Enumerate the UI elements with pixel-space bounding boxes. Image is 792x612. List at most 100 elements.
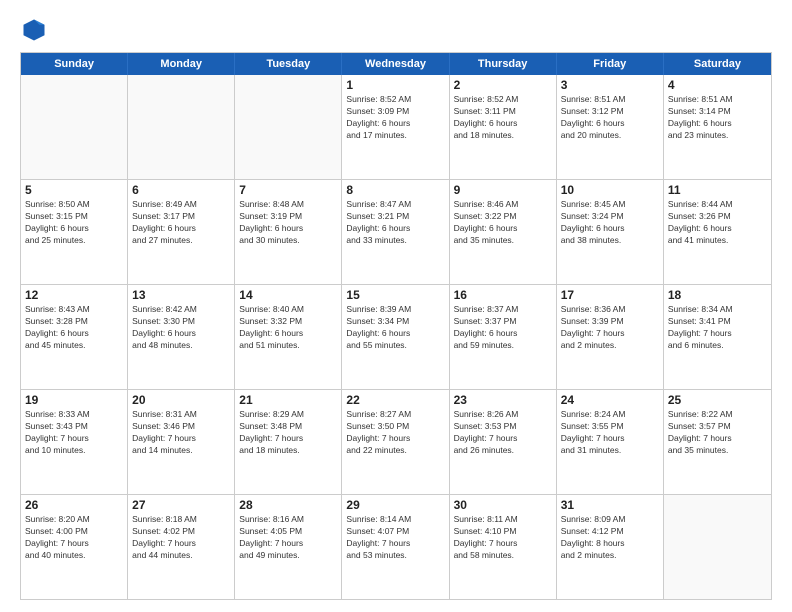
day-number: 4: [668, 78, 767, 92]
day-number: 17: [561, 288, 659, 302]
day-number: 22: [346, 393, 444, 407]
day-cell: 14 Sunrise: 8:40 AM Sunset: 3:32 PM Dayli…: [235, 285, 342, 389]
logo: [20, 16, 52, 44]
day-info: Sunrise: 8:24 AM Sunset: 3:55 PM Dayligh…: [561, 409, 659, 457]
calendar: SundayMondayTuesdayWednesdayThursdayFrid…: [20, 52, 772, 600]
page-header: [20, 16, 772, 44]
day-cell: 1 Sunrise: 8:52 AM Sunset: 3:09 PM Daylig…: [342, 75, 449, 179]
day-header-sunday: Sunday: [21, 53, 128, 75]
day-cell: 26 Sunrise: 8:20 AM Sunset: 4:00 PM Dayli…: [21, 495, 128, 599]
day-info: Sunrise: 8:14 AM Sunset: 4:07 PM Dayligh…: [346, 514, 444, 562]
day-cell: [128, 75, 235, 179]
day-info: Sunrise: 8:50 AM Sunset: 3:15 PM Dayligh…: [25, 199, 123, 247]
day-number: 1: [346, 78, 444, 92]
day-number: 31: [561, 498, 659, 512]
day-number: 14: [239, 288, 337, 302]
day-info: Sunrise: 8:51 AM Sunset: 3:14 PM Dayligh…: [668, 94, 767, 142]
day-cell: 21 Sunrise: 8:29 AM Sunset: 3:48 PM Dayli…: [235, 390, 342, 494]
day-number: 23: [454, 393, 552, 407]
day-info: Sunrise: 8:49 AM Sunset: 3:17 PM Dayligh…: [132, 199, 230, 247]
day-number: 16: [454, 288, 552, 302]
day-info: Sunrise: 8:44 AM Sunset: 3:26 PM Dayligh…: [668, 199, 767, 247]
day-number: 19: [25, 393, 123, 407]
day-number: 29: [346, 498, 444, 512]
day-cell: 2 Sunrise: 8:52 AM Sunset: 3:11 PM Daylig…: [450, 75, 557, 179]
day-info: Sunrise: 8:48 AM Sunset: 3:19 PM Dayligh…: [239, 199, 337, 247]
day-info: Sunrise: 8:29 AM Sunset: 3:48 PM Dayligh…: [239, 409, 337, 457]
week-row-1: 1 Sunrise: 8:52 AM Sunset: 3:09 PM Daylig…: [21, 75, 771, 180]
day-number: 3: [561, 78, 659, 92]
day-info: Sunrise: 8:42 AM Sunset: 3:30 PM Dayligh…: [132, 304, 230, 352]
day-info: Sunrise: 8:39 AM Sunset: 3:34 PM Dayligh…: [346, 304, 444, 352]
day-info: Sunrise: 8:45 AM Sunset: 3:24 PM Dayligh…: [561, 199, 659, 247]
day-cell: 30 Sunrise: 8:11 AM Sunset: 4:10 PM Dayli…: [450, 495, 557, 599]
day-cell: 27Sunrise: 8:18 AM Sunset: 4:02 PM Dayli…: [128, 495, 235, 599]
day-info: Sunrise: 8:11 AM Sunset: 4:10 PM Dayligh…: [454, 514, 552, 562]
day-cell: 4 Sunrise: 8:51 AM Sunset: 3:14 PM Daylig…: [664, 75, 771, 179]
day-header-wednesday: Wednesday: [342, 53, 449, 75]
day-info: Sunrise: 8:36 AM Sunset: 3:39 PM Dayligh…: [561, 304, 659, 352]
day-cell: 17 Sunrise: 8:36 AM Sunset: 3:39 PM Dayli…: [557, 285, 664, 389]
day-cell: 9Sunrise: 8:46 AM Sunset: 3:22 PM Daylig…: [450, 180, 557, 284]
week-row-2: 5 Sunrise: 8:50 AM Sunset: 3:15 PM Daylig…: [21, 180, 771, 285]
day-number: 5: [25, 183, 123, 197]
day-header-friday: Friday: [557, 53, 664, 75]
day-cell: 28 Sunrise: 8:16 AM Sunset: 4:05 PM Dayli…: [235, 495, 342, 599]
day-number: 10: [561, 183, 659, 197]
day-number: 25: [668, 393, 767, 407]
calendar-grid: 1 Sunrise: 8:52 AM Sunset: 3:09 PM Daylig…: [21, 75, 771, 599]
day-cell: 7 Sunrise: 8:48 AM Sunset: 3:19 PM Daylig…: [235, 180, 342, 284]
day-info: Sunrise: 8:26 AM Sunset: 3:53 PM Dayligh…: [454, 409, 552, 457]
day-cell: 10 Sunrise: 8:45 AM Sunset: 3:24 PM Dayli…: [557, 180, 664, 284]
day-number: 26: [25, 498, 123, 512]
calendar-page: SundayMondayTuesdayWednesdayThursdayFrid…: [0, 0, 792, 612]
day-header-thursday: Thursday: [450, 53, 557, 75]
day-info: Sunrise: 8:33 AM Sunset: 3:43 PM Dayligh…: [25, 409, 123, 457]
day-cell: 24 Sunrise: 8:24 AM Sunset: 3:55 PM Dayli…: [557, 390, 664, 494]
day-cell: 15Sunrise: 8:39 AM Sunset: 3:34 PM Dayli…: [342, 285, 449, 389]
day-cell: [664, 495, 771, 599]
day-number: 9: [454, 183, 552, 197]
day-number: 28: [239, 498, 337, 512]
week-row-5: 26 Sunrise: 8:20 AM Sunset: 4:00 PM Dayli…: [21, 495, 771, 599]
day-info: Sunrise: 8:52 AM Sunset: 3:09 PM Dayligh…: [346, 94, 444, 142]
day-info: Sunrise: 8:51 AM Sunset: 3:12 PM Dayligh…: [561, 94, 659, 142]
day-cell: 22Sunrise: 8:27 AM Sunset: 3:50 PM Dayli…: [342, 390, 449, 494]
day-number: 2: [454, 78, 552, 92]
day-cell: 31 Sunrise: 8:09 AM Sunset: 4:12 PM Dayli…: [557, 495, 664, 599]
day-number: 11: [668, 183, 767, 197]
week-row-4: 19 Sunrise: 8:33 AM Sunset: 3:43 PM Dayli…: [21, 390, 771, 495]
day-number: 21: [239, 393, 337, 407]
day-cell: 6 Sunrise: 8:49 AM Sunset: 3:17 PM Daylig…: [128, 180, 235, 284]
day-cell: 12 Sunrise: 8:43 AM Sunset: 3:28 PM Dayli…: [21, 285, 128, 389]
day-header-monday: Monday: [128, 53, 235, 75]
day-cell: 13Sunrise: 8:42 AM Sunset: 3:30 PM Dayli…: [128, 285, 235, 389]
day-info: Sunrise: 8:20 AM Sunset: 4:00 PM Dayligh…: [25, 514, 123, 562]
day-cell: [235, 75, 342, 179]
day-cell: 25Sunrise: 8:22 AM Sunset: 3:57 PM Dayli…: [664, 390, 771, 494]
day-info: Sunrise: 8:09 AM Sunset: 4:12 PM Dayligh…: [561, 514, 659, 562]
day-info: Sunrise: 8:34 AM Sunset: 3:41 PM Dayligh…: [668, 304, 767, 352]
week-row-3: 12 Sunrise: 8:43 AM Sunset: 3:28 PM Dayli…: [21, 285, 771, 390]
day-number: 18: [668, 288, 767, 302]
logo-icon: [20, 16, 48, 44]
day-info: Sunrise: 8:37 AM Sunset: 3:37 PM Dayligh…: [454, 304, 552, 352]
day-info: Sunrise: 8:52 AM Sunset: 3:11 PM Dayligh…: [454, 94, 552, 142]
day-headers: SundayMondayTuesdayWednesdayThursdayFrid…: [21, 53, 771, 75]
day-number: 12: [25, 288, 123, 302]
day-info: Sunrise: 8:40 AM Sunset: 3:32 PM Dayligh…: [239, 304, 337, 352]
day-info: Sunrise: 8:16 AM Sunset: 4:05 PM Dayligh…: [239, 514, 337, 562]
day-info: Sunrise: 8:31 AM Sunset: 3:46 PM Dayligh…: [132, 409, 230, 457]
day-number: 6: [132, 183, 230, 197]
day-number: 30: [454, 498, 552, 512]
day-info: Sunrise: 8:43 AM Sunset: 3:28 PM Dayligh…: [25, 304, 123, 352]
day-number: 24: [561, 393, 659, 407]
day-header-tuesday: Tuesday: [235, 53, 342, 75]
day-number: 20: [132, 393, 230, 407]
day-cell: 16 Sunrise: 8:37 AM Sunset: 3:37 PM Dayli…: [450, 285, 557, 389]
day-header-saturday: Saturday: [664, 53, 771, 75]
day-number: 7: [239, 183, 337, 197]
day-cell: [21, 75, 128, 179]
day-cell: 8Sunrise: 8:47 AM Sunset: 3:21 PM Daylig…: [342, 180, 449, 284]
day-cell: 23 Sunrise: 8:26 AM Sunset: 3:53 PM Dayli…: [450, 390, 557, 494]
